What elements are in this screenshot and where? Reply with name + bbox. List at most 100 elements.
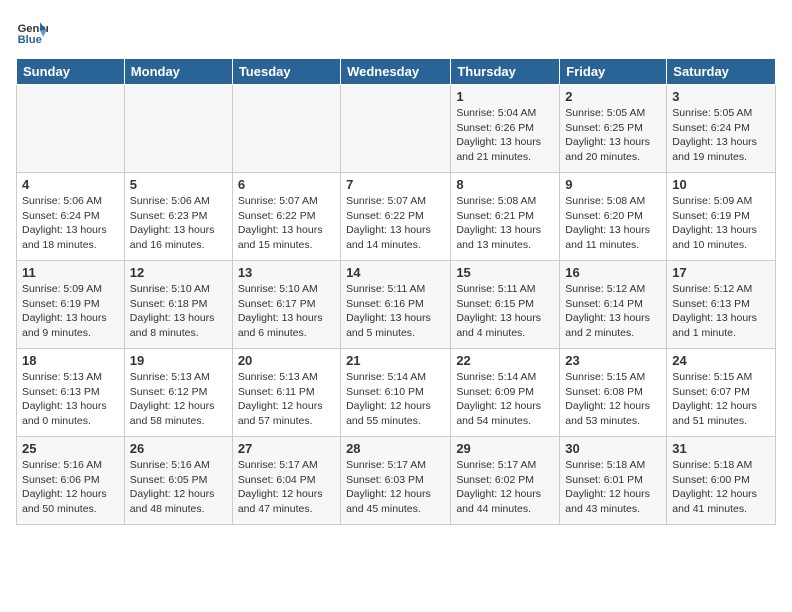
- week-row-3: 11 Sunrise: 5:09 AMSunset: 6:19 PMDayligh…: [17, 261, 776, 349]
- day-info: Sunrise: 5:13 AMSunset: 6:11 PMDaylight:…: [238, 370, 335, 429]
- day-info: Sunrise: 5:05 AMSunset: 6:24 PMDaylight:…: [672, 106, 770, 165]
- day-info: Sunrise: 5:17 AMSunset: 6:03 PMDaylight:…: [346, 458, 445, 517]
- calendar-cell: 21 Sunrise: 5:14 AMSunset: 6:10 PMDayligh…: [341, 349, 451, 437]
- day-info: Sunrise: 5:17 AMSunset: 6:02 PMDaylight:…: [456, 458, 554, 517]
- weekday-header-saturday: Saturday: [667, 59, 776, 85]
- calendar-cell: 15 Sunrise: 5:11 AMSunset: 6:15 PMDayligh…: [451, 261, 560, 349]
- calendar-cell: 12 Sunrise: 5:10 AMSunset: 6:18 PMDayligh…: [124, 261, 232, 349]
- day-number: 15: [456, 265, 554, 280]
- day-number: 27: [238, 441, 335, 456]
- weekday-header-thursday: Thursday: [451, 59, 560, 85]
- calendar-cell: 1 Sunrise: 5:04 AMSunset: 6:26 PMDaylight…: [451, 85, 560, 173]
- day-number: 13: [238, 265, 335, 280]
- weekday-header-friday: Friday: [560, 59, 667, 85]
- day-number: 2: [565, 89, 661, 104]
- day-info: Sunrise: 5:11 AMSunset: 6:16 PMDaylight:…: [346, 282, 445, 341]
- day-number: 1: [456, 89, 554, 104]
- day-number: 23: [565, 353, 661, 368]
- day-info: Sunrise: 5:15 AMSunset: 6:08 PMDaylight:…: [565, 370, 661, 429]
- calendar-cell: 31 Sunrise: 5:18 AMSunset: 6:00 PMDayligh…: [667, 437, 776, 525]
- day-info: Sunrise: 5:10 AMSunset: 6:17 PMDaylight:…: [238, 282, 335, 341]
- calendar-cell: 16Sunrise: 5:12 AMSunset: 6:14 PMDayligh…: [560, 261, 667, 349]
- day-number: 19: [130, 353, 227, 368]
- calendar-cell: 27 Sunrise: 5:17 AMSunset: 6:04 PMDayligh…: [232, 437, 340, 525]
- day-number: 3: [672, 89, 770, 104]
- calendar-cell: 29 Sunrise: 5:17 AMSunset: 6:02 PMDayligh…: [451, 437, 560, 525]
- day-number: 22: [456, 353, 554, 368]
- day-number: 5: [130, 177, 227, 192]
- weekday-header-wednesday: Wednesday: [341, 59, 451, 85]
- day-number: 6: [238, 177, 335, 192]
- calendar-cell: 17 Sunrise: 5:12 AMSunset: 6:13 PMDayligh…: [667, 261, 776, 349]
- day-number: 18: [22, 353, 119, 368]
- logo-icon: General Blue: [16, 16, 48, 48]
- week-row-4: 18 Sunrise: 5:13 AMSunset: 6:13 PMDayligh…: [17, 349, 776, 437]
- day-number: 21: [346, 353, 445, 368]
- calendar-cell: 8 Sunrise: 5:08 AMSunset: 6:21 PMDaylight…: [451, 173, 560, 261]
- day-info: Sunrise: 5:17 AMSunset: 6:04 PMDaylight:…: [238, 458, 335, 517]
- day-number: 16: [565, 265, 661, 280]
- calendar-cell: 7 Sunrise: 5:07 AMSunset: 6:22 PMDaylight…: [341, 173, 451, 261]
- day-info: Sunrise: 5:04 AMSunset: 6:26 PMDaylight:…: [456, 106, 554, 165]
- day-number: 30: [565, 441, 661, 456]
- day-number: 11: [22, 265, 119, 280]
- day-info: Sunrise: 5:09 AMSunset: 6:19 PMDaylight:…: [22, 282, 119, 341]
- week-row-1: 1 Sunrise: 5:04 AMSunset: 6:26 PMDaylight…: [17, 85, 776, 173]
- calendar-cell: 18 Sunrise: 5:13 AMSunset: 6:13 PMDayligh…: [17, 349, 125, 437]
- weekday-header-tuesday: Tuesday: [232, 59, 340, 85]
- day-number: 7: [346, 177, 445, 192]
- day-info: Sunrise: 5:16 AMSunset: 6:05 PMDaylight:…: [130, 458, 227, 517]
- day-info: Sunrise: 5:14 AMSunset: 6:09 PMDaylight:…: [456, 370, 554, 429]
- weekday-header-sunday: Sunday: [17, 59, 125, 85]
- weekday-header-row: SundayMondayTuesdayWednesdayThursdayFrid…: [17, 59, 776, 85]
- calendar-cell: [232, 85, 340, 173]
- calendar-body: 1 Sunrise: 5:04 AMSunset: 6:26 PMDaylight…: [17, 85, 776, 525]
- calendar-cell: 14 Sunrise: 5:11 AMSunset: 6:16 PMDayligh…: [341, 261, 451, 349]
- week-row-2: 4 Sunrise: 5:06 AMSunset: 6:24 PMDaylight…: [17, 173, 776, 261]
- calendar-cell: 23 Sunrise: 5:15 AMSunset: 6:08 PMDayligh…: [560, 349, 667, 437]
- day-info: Sunrise: 5:18 AMSunset: 6:00 PMDaylight:…: [672, 458, 770, 517]
- page-header: General Blue: [16, 16, 776, 48]
- calendar-cell: 25 Sunrise: 5:16 AMSunset: 6:06 PMDayligh…: [17, 437, 125, 525]
- calendar-cell: 9Sunrise: 5:08 AMSunset: 6:20 PMDaylight…: [560, 173, 667, 261]
- calendar-cell: 4 Sunrise: 5:06 AMSunset: 6:24 PMDaylight…: [17, 173, 125, 261]
- day-number: 9: [565, 177, 661, 192]
- day-info: Sunrise: 5:14 AMSunset: 6:10 PMDaylight:…: [346, 370, 445, 429]
- calendar-cell: 30Sunrise: 5:18 AMSunset: 6:01 PMDayligh…: [560, 437, 667, 525]
- day-info: Sunrise: 5:07 AMSunset: 6:22 PMDaylight:…: [238, 194, 335, 253]
- day-info: Sunrise: 5:13 AMSunset: 6:13 PMDaylight:…: [22, 370, 119, 429]
- day-info: Sunrise: 5:11 AMSunset: 6:15 PMDaylight:…: [456, 282, 554, 341]
- day-info: Sunrise: 5:15 AMSunset: 6:07 PMDaylight:…: [672, 370, 770, 429]
- day-number: 26: [130, 441, 227, 456]
- day-number: 28: [346, 441, 445, 456]
- weekday-header-monday: Monday: [124, 59, 232, 85]
- day-info: Sunrise: 5:06 AMSunset: 6:23 PMDaylight:…: [130, 194, 227, 253]
- day-info: Sunrise: 5:06 AMSunset: 6:24 PMDaylight:…: [22, 194, 119, 253]
- day-info: Sunrise: 5:10 AMSunset: 6:18 PMDaylight:…: [130, 282, 227, 341]
- day-number: 25: [22, 441, 119, 456]
- day-number: 29: [456, 441, 554, 456]
- day-number: 24: [672, 353, 770, 368]
- day-info: Sunrise: 5:13 AMSunset: 6:12 PMDaylight:…: [130, 370, 227, 429]
- calendar-cell: [341, 85, 451, 173]
- day-number: 12: [130, 265, 227, 280]
- day-number: 17: [672, 265, 770, 280]
- day-number: 8: [456, 177, 554, 192]
- day-number: 10: [672, 177, 770, 192]
- day-info: Sunrise: 5:08 AMSunset: 6:21 PMDaylight:…: [456, 194, 554, 253]
- calendar-cell: [124, 85, 232, 173]
- calendar-cell: 2Sunrise: 5:05 AMSunset: 6:25 PMDaylight…: [560, 85, 667, 173]
- day-info: Sunrise: 5:09 AMSunset: 6:19 PMDaylight:…: [672, 194, 770, 253]
- calendar-table: SundayMondayTuesdayWednesdayThursdayFrid…: [16, 58, 776, 525]
- day-number: 31: [672, 441, 770, 456]
- calendar-cell: 20Sunrise: 5:13 AMSunset: 6:11 PMDayligh…: [232, 349, 340, 437]
- calendar-cell: 24 Sunrise: 5:15 AMSunset: 6:07 PMDayligh…: [667, 349, 776, 437]
- day-info: Sunrise: 5:16 AMSunset: 6:06 PMDaylight:…: [22, 458, 119, 517]
- day-info: Sunrise: 5:07 AMSunset: 6:22 PMDaylight:…: [346, 194, 445, 253]
- calendar-cell: [17, 85, 125, 173]
- day-number: 14: [346, 265, 445, 280]
- calendar-cell: 3 Sunrise: 5:05 AMSunset: 6:24 PMDaylight…: [667, 85, 776, 173]
- day-number: 4: [22, 177, 119, 192]
- calendar-cell: 5 Sunrise: 5:06 AMSunset: 6:23 PMDaylight…: [124, 173, 232, 261]
- day-info: Sunrise: 5:12 AMSunset: 6:13 PMDaylight:…: [672, 282, 770, 341]
